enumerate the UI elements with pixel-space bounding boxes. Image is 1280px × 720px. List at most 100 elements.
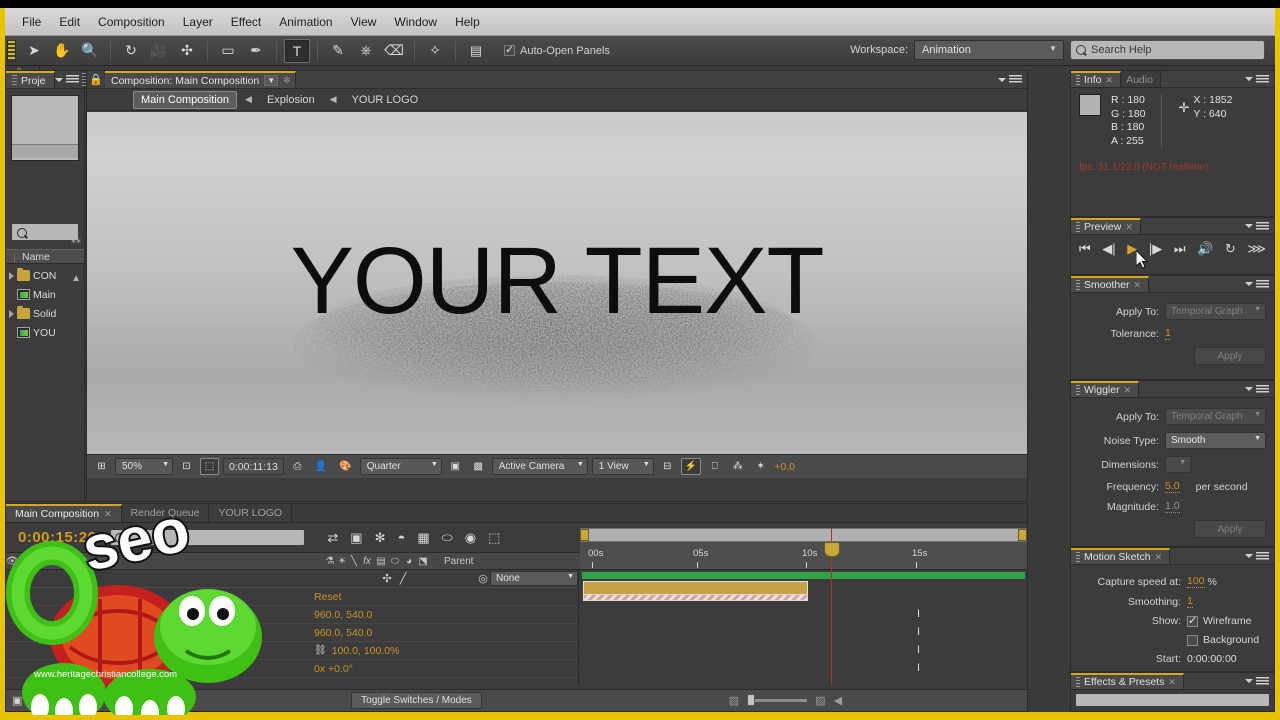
menu-item-help[interactable]: Help: [446, 12, 489, 32]
disclosure-triangle-icon[interactable]: [9, 271, 14, 280]
tab-info[interactable]: Info ✕: [1071, 71, 1122, 87]
composition-viewer[interactable]: YOUR TEXT ⊞ 50% ⊡ ⬚ 0:00:11:13 ⎙ 👤 🎨 Qua…: [87, 112, 1027, 478]
effects-panel-menu[interactable]: [1245, 676, 1274, 686]
pen-tool[interactable]: ✒: [243, 39, 269, 63]
tab-audio[interactable]: Audio: [1121, 71, 1161, 87]
scale-link-icon[interactable]: ⛓: [314, 645, 327, 656]
project-flowchart-icon[interactable]: ⁂: [71, 235, 81, 246]
close-icon[interactable]: ✕: [104, 509, 112, 520]
timeline-jump-icon[interactable]: ⎕: [705, 458, 724, 475]
start-value[interactable]: 0:00:00:00: [1187, 653, 1237, 665]
tab-wiggler[interactable]: Wiggler ✕: [1071, 381, 1140, 397]
close-icon[interactable]: ✕: [1155, 552, 1163, 563]
keyframe-marker[interactable]: I: [917, 608, 920, 620]
menu-item-animation[interactable]: Animation: [270, 12, 341, 32]
camera-tool[interactable]: 🎥: [146, 39, 172, 63]
type-tool[interactable]: T: [284, 38, 310, 63]
last-frame-button[interactable]: ⏭: [1174, 241, 1186, 257]
comp-render-icon[interactable]: ▥: [29, 694, 39, 707]
audio-icon[interactable]: 🔊: [18, 556, 32, 567]
frame-blend-col-icon[interactable]: ▤: [374, 556, 388, 567]
auto-open-panels-checkbox[interactable]: [504, 43, 515, 56]
project-item[interactable]: Main: [6, 285, 84, 304]
transform-property-row[interactable]: 0x +0.0°: [6, 660, 578, 678]
parent-select[interactable]: None ▼: [490, 571, 578, 586]
toolbar-grip[interactable]: [7, 39, 16, 62]
project-column-header[interactable]: Name: [6, 249, 84, 264]
panels-icon[interactable]: ▤: [463, 39, 489, 63]
transparency-grid-icon[interactable]: ▩: [469, 458, 488, 475]
hand-tool[interactable]: ✋: [49, 39, 75, 63]
effects-search-input[interactable]: [1075, 693, 1270, 707]
loop-button[interactable]: ↻: [1225, 241, 1236, 257]
comp-family-icon[interactable]: ▣: [12, 694, 22, 707]
draft-3d-icon[interactable]: ▣: [350, 530, 362, 546]
pixel-aspect-icon[interactable]: ⊟: [658, 458, 677, 475]
close-icon[interactable]: ✕: [1106, 75, 1114, 86]
region-interest-btn-icon[interactable]: ▣: [446, 458, 465, 475]
timeline-search-input[interactable]: [110, 529, 306, 546]
search-help-input[interactable]: Search Help: [1070, 40, 1265, 60]
close-icon[interactable]: ✕: [1124, 385, 1132, 396]
property-value-anchor[interactable]: 960.0, 540.0: [314, 609, 372, 621]
info-panel-menu[interactable]: [1245, 74, 1274, 84]
transform-property-row[interactable]: Reset: [6, 588, 578, 606]
previous-frame-button[interactable]: ◀|: [1102, 241, 1115, 257]
wiggler-magnitude-value[interactable]: 1.0: [1165, 500, 1180, 513]
tab-smoother[interactable]: Smoother ✕: [1071, 276, 1150, 292]
auto-open-panels-toggle[interactable]: Auto-Open Panels: [504, 43, 610, 57]
eraser-tool[interactable]: ⌫: [381, 39, 407, 63]
layer-parent-pick-icon[interactable]: ◎: [476, 572, 490, 585]
layer-visibility-icon[interactable]: 👁: [9, 572, 23, 585]
menu-item-file[interactable]: File: [13, 12, 50, 32]
live-update-icon[interactable]: ⇄: [327, 530, 338, 546]
always-preview-icon[interactable]: ⊞: [92, 458, 111, 475]
menu-item-view[interactable]: View: [342, 12, 386, 32]
zoom-out-timeline-icon[interactable]: ▧: [729, 694, 739, 707]
timeline-ruler[interactable]: 00s 05s 10s 15s: [580, 542, 1027, 570]
layer-quality-icon[interactable]: ╱: [394, 572, 412, 585]
timeline-current-time[interactable]: 0:00:15:26: [6, 529, 96, 546]
property-value-position[interactable]: 960.0, 540.0: [314, 627, 372, 639]
puppet-pin-tool[interactable]: ✧: [422, 39, 448, 63]
workspace-select[interactable]: Animation: [914, 40, 1064, 60]
timeline-zoom-slider[interactable]: [747, 694, 808, 706]
clone-stamp-tool[interactable]: ⎈: [353, 39, 379, 63]
wiggler-panel-menu[interactable]: [1245, 384, 1274, 394]
brush-tool[interactable]: ✎: [325, 39, 351, 63]
zoom-select[interactable]: 50%: [115, 458, 173, 475]
close-icon[interactable]: ✕: [1134, 280, 1142, 291]
work-area-bar[interactable]: [580, 528, 1027, 542]
background-checkbox[interactable]: [1187, 634, 1198, 646]
grid-guides-icon[interactable]: ⊡: [177, 458, 196, 475]
transform-property-row[interactable]: 960.0, 540.0: [6, 624, 578, 642]
disclosure-triangle-icon[interactable]: [9, 309, 14, 318]
motion-blur-icon[interactable]: ✻: [375, 530, 386, 546]
collapse-icon[interactable]: ☀: [336, 556, 348, 567]
quality-icon[interactable]: ╲: [348, 556, 360, 567]
shy-icon[interactable]: ⚗: [324, 556, 336, 567]
project-item[interactable]: YOU: [6, 323, 84, 342]
current-time-display[interactable]: 0:00:11:13: [223, 458, 284, 475]
property-value-scale[interactable]: 100.0, 100.0%: [332, 645, 400, 657]
brainstorm-icon[interactable]: ▦: [417, 530, 429, 546]
zoom-tool[interactable]: 🔍: [77, 39, 103, 63]
resolution-select[interactable]: Quarter: [359, 458, 442, 475]
wiggler-frequency-value[interactable]: 5.0: [1165, 480, 1180, 493]
preview-panel-menu[interactable]: [1245, 221, 1274, 231]
transform-property-row[interactable]: ⛓ 100.0, 100.0%: [6, 642, 578, 660]
auto-keyframe-icon[interactable]: ⬚: [488, 530, 500, 546]
menu-item-window[interactable]: Window: [385, 12, 446, 32]
zoom-slider-thumb[interactable]: [747, 694, 756, 706]
lock-icon[interactable]: 🔒: [87, 71, 105, 88]
show-snapshot-icon[interactable]: 👤: [311, 458, 331, 475]
composition-tab-close-icon[interactable]: ✻: [283, 75, 291, 86]
timeline-track-area[interactable]: IIII: [580, 570, 1027, 685]
snapshot-icon[interactable]: ⎙: [288, 458, 307, 475]
menu-item-effect[interactable]: Effect: [222, 12, 270, 32]
toggle-switches-modes-button[interactable]: Toggle Switches / Modes: [351, 692, 482, 709]
channel-color-icon[interactable]: 🎨: [335, 458, 355, 475]
smoother-apply-button[interactable]: Apply: [1194, 347, 1266, 365]
work-area-start-handle[interactable]: [580, 529, 589, 541]
wiggler-noise-type-select[interactable]: Smooth: [1165, 432, 1266, 449]
